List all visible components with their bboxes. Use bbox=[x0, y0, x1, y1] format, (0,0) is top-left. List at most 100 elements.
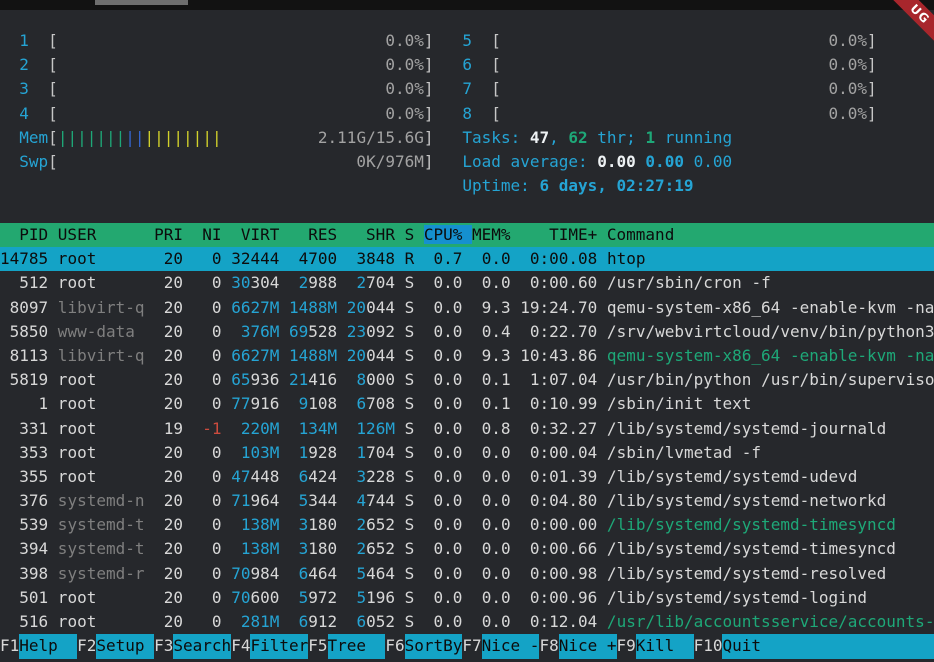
fkey-f3-key[interactable]: F3 bbox=[154, 634, 173, 658]
fkey-f9-key[interactable]: F9 bbox=[617, 634, 636, 658]
column-header-cmd[interactable]: Command bbox=[607, 225, 934, 244]
cell-mem: 0.0 bbox=[462, 588, 510, 607]
column-header-pri[interactable]: PRI bbox=[154, 225, 193, 244]
fkey-f2-setup[interactable]: Setup bbox=[96, 634, 154, 658]
process-row[interactable]: 8113 libvirt-q 20 0 6627M 1488M 20044 S … bbox=[0, 344, 934, 368]
cell-cmd: /usr/bin/python /usr/bin/superviso bbox=[597, 370, 934, 389]
cell-res-lo: 700 bbox=[308, 249, 337, 268]
running-count: 1 bbox=[645, 128, 655, 147]
cell-virt-lo: 936 bbox=[250, 370, 279, 389]
cell-shr-lo: 744 bbox=[366, 491, 395, 510]
fkey-f3-search[interactable]: Search bbox=[173, 634, 231, 658]
htop-terminal-screen: 1 [ 0.0%] 5 [ 0.0%] 2 [ 0.0%] 6 [ 0.0%] … bbox=[0, 0, 934, 662]
fkey-f1-help[interactable]: Help bbox=[19, 634, 77, 658]
cell-shr-lo: 052 bbox=[366, 612, 395, 631]
process-row[interactable]: 331 root 19 -1 220M 134M 126M S 0.0 0.8 … bbox=[0, 417, 934, 441]
process-row[interactable]: 512 root 20 0 30304 2988 2704 S 0.0 0.0 … bbox=[0, 271, 934, 295]
fkey-f8-key[interactable]: F8 bbox=[539, 634, 558, 658]
threads-label: thr; bbox=[588, 128, 646, 147]
cpu-meter-value: 0.0% bbox=[501, 31, 867, 50]
cell-s: S bbox=[395, 346, 414, 365]
process-row[interactable]: 5819 root 20 0 65936 21416 8000 S 0.0 0.… bbox=[0, 368, 934, 392]
fkey-f7-nice-[interactable]: Nice - bbox=[482, 634, 540, 658]
cell-pri: 20 bbox=[145, 370, 184, 389]
uptime-value: 6 days, 02:27:19 bbox=[539, 176, 693, 195]
process-table: PID USER PRI NI VIRT RES SHR S CPU% MEM%… bbox=[0, 223, 934, 634]
cell-ni: 0 bbox=[183, 564, 222, 583]
tasks-separator: , bbox=[549, 128, 568, 147]
cell-virt: 32 bbox=[222, 249, 251, 268]
column-header-s[interactable]: S bbox=[405, 225, 424, 244]
cell-time: 0:12.04 bbox=[511, 612, 598, 631]
column-header-time[interactable]: TIME+ bbox=[520, 225, 607, 244]
scrollbar-thumb[interactable] bbox=[95, 0, 188, 5]
fkey-f1-key[interactable]: F1 bbox=[0, 634, 19, 658]
cell-time: 0:01.39 bbox=[511, 467, 598, 486]
fkey-f6-sortby[interactable]: SortBy bbox=[405, 634, 463, 658]
cell-res: 9 bbox=[279, 394, 308, 413]
fkey-f8-nice+[interactable]: Nice + bbox=[559, 634, 617, 658]
cell-ni: 0 bbox=[183, 443, 222, 462]
process-row[interactable]: 355 root 20 0 47448 6424 3228 S 0.0 0.0 … bbox=[0, 465, 934, 489]
process-row[interactable]: 5850 www-data 20 0 376M 69528 23092 S 0.… bbox=[0, 320, 934, 344]
cell-mem: 0.0 bbox=[462, 273, 510, 292]
cell-pri: 20 bbox=[145, 515, 184, 534]
fkey-f6-key[interactable]: F6 bbox=[385, 634, 404, 658]
process-row[interactable]: 1 root 20 0 77916 9108 6708 S 0.0 0.1 0:… bbox=[0, 392, 934, 416]
process-row[interactable]: 398 systemd-r 20 0 70984 6464 5464 S 0.0… bbox=[0, 562, 934, 586]
process-row[interactable]: 14785 root 20 0 32444 4700 3848 R 0.7 0.… bbox=[0, 247, 934, 271]
cell-pid: 516 bbox=[0, 612, 48, 631]
process-row[interactable]: 8097 libvirt-q 20 0 6627M 1488M 20044 S … bbox=[0, 296, 934, 320]
process-row[interactable]: 353 root 20 0 103M 1928 1704 S 0.0 0.0 0… bbox=[0, 441, 934, 465]
process-row[interactable]: 539 systemd-t 20 0 138M 3180 2652 S 0.0 … bbox=[0, 513, 934, 537]
cell-cmd: /usr/lib/accountsservice/accounts- bbox=[597, 612, 934, 631]
process-row[interactable]: 376 systemd-n 20 0 71964 5344 4744 S 0.0… bbox=[0, 489, 934, 513]
cell-time: 0:04.80 bbox=[511, 491, 598, 510]
fkey-f10-quit[interactable]: Quit bbox=[722, 634, 934, 658]
column-header-virt[interactable]: VIRT bbox=[231, 225, 289, 244]
cell-s: S bbox=[395, 419, 414, 438]
process-row[interactable]: 516 root 20 0 281M 6912 6052 S 0.0 0.0 0… bbox=[0, 610, 934, 634]
meter-bracket: ] bbox=[424, 152, 463, 171]
fkey-f5-key[interactable]: F5 bbox=[308, 634, 327, 658]
fkey-f4-key[interactable]: F4 bbox=[231, 634, 250, 658]
cell-res: 69 bbox=[279, 322, 308, 341]
cell-cmd: /sbin/init text bbox=[597, 394, 934, 413]
cell-pri: 20 bbox=[145, 588, 184, 607]
cell-res: 134M bbox=[279, 419, 337, 438]
cell-ni: 0 bbox=[183, 467, 222, 486]
column-header-mem[interactable]: MEM% bbox=[472, 225, 520, 244]
cell-pid: 355 bbox=[0, 467, 48, 486]
cell-ni: 0 bbox=[183, 394, 222, 413]
process-row[interactable]: 394 systemd-t 20 0 138M 3180 2652 S 0.0 … bbox=[0, 537, 934, 561]
cell-pri: 20 bbox=[145, 467, 184, 486]
column-header-cpu[interactable]: CPU% bbox=[424, 225, 472, 244]
cell-shr-lo: 044 bbox=[366, 298, 395, 317]
cell-cpu: 0.0 bbox=[414, 467, 462, 486]
cell-user: root bbox=[48, 249, 144, 268]
cell-pri: 20 bbox=[145, 273, 184, 292]
fkey-f7-key[interactable]: F7 bbox=[462, 634, 481, 658]
cell-virt-lo: 304 bbox=[250, 273, 279, 292]
column-header-res[interactable]: RES bbox=[289, 225, 347, 244]
cell-pid: 8113 bbox=[0, 346, 48, 365]
cell-pid: 376 bbox=[0, 491, 48, 510]
fkey-f10-key[interactable]: F10 bbox=[694, 634, 723, 658]
fkey-f4-filter[interactable]: Filter bbox=[250, 634, 308, 658]
column-header-shr[interactable]: SHR bbox=[347, 225, 405, 244]
cpu-meter-value: 0.0% bbox=[501, 55, 867, 74]
fkey-f9-kill[interactable]: Kill bbox=[636, 634, 694, 658]
cell-user: root bbox=[48, 588, 144, 607]
fkey-f2-key[interactable]: F2 bbox=[77, 634, 96, 658]
cpu-meter-value: 0.0% bbox=[58, 104, 424, 123]
column-header-ni[interactable]: NI bbox=[193, 225, 232, 244]
cell-pri: 20 bbox=[145, 564, 184, 583]
column-header-pid[interactable]: PID bbox=[0, 225, 58, 244]
process-row[interactable]: 501 root 20 0 70600 5972 5196 S 0.0 0.0 … bbox=[0, 586, 934, 610]
column-header-user[interactable]: USER bbox=[58, 225, 154, 244]
cell-user: root bbox=[48, 370, 144, 389]
cell-cmd: /lib/systemd/systemd-journald bbox=[597, 419, 934, 438]
cell-pri: 20 bbox=[145, 322, 184, 341]
fkey-f5-tree[interactable]: Tree bbox=[328, 634, 386, 658]
cell-pid: 5850 bbox=[0, 322, 48, 341]
